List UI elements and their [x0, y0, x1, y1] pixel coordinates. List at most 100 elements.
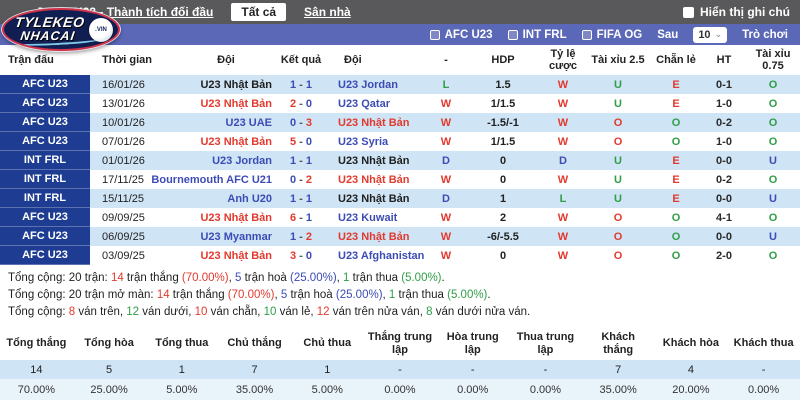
- ht-score-cell: 0-2: [716, 116, 732, 129]
- stats-value-cell: 7: [251, 363, 258, 376]
- odds-result-cell: W: [557, 173, 569, 186]
- filter-checkbox-int-frl[interactable]: INT FRL: [507, 28, 567, 41]
- filter-checkbox-fifa-og[interactable]: FIFA OG: [581, 29, 642, 41]
- match-table-body: AFC U23 16/01/26 U23 Nhật Bản 1-1 U23 Jordan…: [0, 75, 800, 265]
- away-team-link[interactable]: U23 Syria: [330, 132, 426, 151]
- score-dash: -: [299, 116, 303, 129]
- ht-score-cell: 1-0: [716, 97, 732, 110]
- ht-score-cell: 1-0: [716, 135, 732, 148]
- summary-line: Tổng cộng: 20 trận mở màn: 14 trận thắng…: [8, 287, 792, 304]
- odds-result-cell: D: [559, 154, 567, 167]
- tab-all[interactable]: Tất cả: [231, 3, 287, 21]
- home-goals: 1: [290, 78, 297, 91]
- tab-home-ground[interactable]: Sân nhà: [304, 5, 351, 19]
- ou075-cell: O: [768, 97, 778, 110]
- filter-checkbox-label: INT FRL: [522, 28, 567, 41]
- stats-value-cell: -: [470, 363, 475, 376]
- score-dash: -: [299, 249, 303, 262]
- stats-percent-cell: 0.00%: [384, 383, 416, 396]
- odd-even-cell: O: [671, 211, 681, 224]
- site-logo: TYLEKEO NHACAI .VIN: [2, 8, 120, 51]
- summary-segment: ván trên nửa ván,: [329, 306, 427, 318]
- home-team-link[interactable]: U23 Jordan: [180, 151, 272, 170]
- away-team-link[interactable]: U23 Nhật Bản: [330, 113, 426, 132]
- stats-header-cell: Tổng thua: [155, 337, 209, 349]
- stats-percent-cell: 70.00%: [17, 383, 56, 396]
- match-score: 0-2: [272, 170, 330, 189]
- ou25-cell: U: [614, 173, 622, 186]
- home-goals: 6: [290, 211, 297, 224]
- header-col-league: Trận đấu: [8, 54, 54, 66]
- away-team-link[interactable]: U23 Kuwait: [330, 208, 426, 227]
- stats-percent-cell: 5.00%: [311, 383, 343, 396]
- odd-even-cell: E: [672, 154, 680, 167]
- home-goals: 3: [290, 249, 297, 262]
- result-cell: W: [440, 116, 452, 129]
- summary-segment: Tổng cộng:: [8, 306, 69, 318]
- away-team-link[interactable]: U23 Afghanistan: [330, 246, 426, 265]
- home-team-link[interactable]: U23 Myanmar: [180, 227, 272, 246]
- ou075-cell: O: [768, 211, 778, 224]
- home-team-link[interactable]: U23 Nhật Bản: [180, 75, 272, 94]
- stats-percents-row: 70.00% 25.00% 5.00% 35.00% 5.00% 0.00% 0.00% 0.…: [0, 379, 800, 400]
- home-team-link[interactable]: Bournemouth AFC U21: [151, 170, 272, 189]
- summary-segment: ván dưới,: [139, 306, 195, 318]
- odd-even-cell: E: [672, 173, 680, 186]
- stats-header-cell: Chủ thắng: [227, 337, 282, 349]
- header-col-hdp: HDP: [491, 54, 515, 66]
- home-goals: 0: [290, 116, 297, 129]
- stats-values-row: 14 5 1 7 1 - - - 7 4 -: [0, 360, 800, 379]
- away-team-link[interactable]: U23 Qatar: [330, 94, 426, 113]
- ht-score-cell: 0-0: [716, 192, 732, 205]
- stats-percent-cell: 0.00%: [748, 383, 780, 396]
- logo-text: TYLEKEO NHACAI: [12, 14, 86, 43]
- stats-value-cell: -: [761, 363, 766, 376]
- match-date: 13/01/26: [102, 97, 145, 110]
- home-goals: 1: [290, 230, 297, 243]
- league-cell: AFC U23: [0, 246, 90, 265]
- away-team-link[interactable]: U23 Nhật Bản: [330, 189, 426, 208]
- stats-percent-cell: 0.00%: [457, 383, 489, 396]
- stats-percent-cell: 25.00%: [90, 383, 128, 396]
- odd-even-cell: O: [671, 230, 681, 243]
- home-team-link[interactable]: U23 Nhật Bản: [180, 94, 272, 113]
- ou25-cell: U: [614, 192, 622, 205]
- header-col-ht: HT: [716, 54, 732, 66]
- away-goals: 0: [305, 135, 312, 148]
- stats-header-cell: Khách thua: [733, 337, 794, 349]
- summary-segment: 14: [110, 272, 124, 284]
- away-team-link[interactable]: U23 Nhật Bản: [330, 170, 426, 189]
- summary-segment: Tổng cộng: 20 trận mở màn:: [8, 289, 157, 301]
- logo-text-line2: NHACAI: [19, 29, 77, 43]
- chevron-down-icon: ⌄: [714, 29, 723, 39]
- home-team-link[interactable]: U23 UAE: [180, 113, 272, 132]
- logo-badge: .VIN: [95, 27, 107, 33]
- league-filter-group: AFC U23 INT FRL FIFA OG: [429, 28, 642, 41]
- header-col-odd-even: Chẵn lẻ: [656, 54, 696, 66]
- home-team-link[interactable]: U23 Nhật Bản: [180, 132, 272, 151]
- league-cell: AFC U23: [0, 75, 90, 94]
- hdp-cell: 0: [499, 173, 507, 186]
- league-cell: AFC U23: [0, 94, 90, 113]
- away-team-link[interactable]: U23 Nhật Bản: [330, 227, 426, 246]
- away-team-link[interactable]: U23 Nhật Bản: [330, 151, 426, 170]
- stats-header-row: Tổng thắng Tổng hòa Tổng thua Chủ thắng Chủ …: [0, 327, 800, 360]
- ht-score-cell: 0-1: [716, 78, 732, 91]
- odds-result-cell: W: [557, 78, 569, 91]
- away-team-link[interactable]: U23 Jordan: [330, 75, 426, 94]
- match-score: 1-1: [272, 189, 330, 208]
- ou075-cell: O: [768, 78, 778, 91]
- home-team-link[interactable]: Anh U20: [180, 189, 272, 208]
- home-team-link[interactable]: U23 Nhật Bản: [180, 246, 272, 265]
- ht-score-cell: 0-0: [716, 154, 732, 167]
- league-cell: INT FRL: [0, 151, 90, 170]
- show-notes-toggle[interactable]: Hiển thị ghi chú: [683, 5, 790, 19]
- home-team-link[interactable]: U23 Nhật Bản: [180, 208, 272, 227]
- result-cell: W: [440, 211, 452, 224]
- stats-value-cell: 5: [106, 363, 113, 376]
- filter-checkbox-afc-u23[interactable]: AFC U23: [429, 29, 493, 41]
- ou25-cell: U: [614, 154, 622, 167]
- games-count-select[interactable]: 10 ⌄: [693, 26, 728, 43]
- ou075-cell: O: [768, 135, 778, 148]
- away-goals: 1: [305, 192, 312, 205]
